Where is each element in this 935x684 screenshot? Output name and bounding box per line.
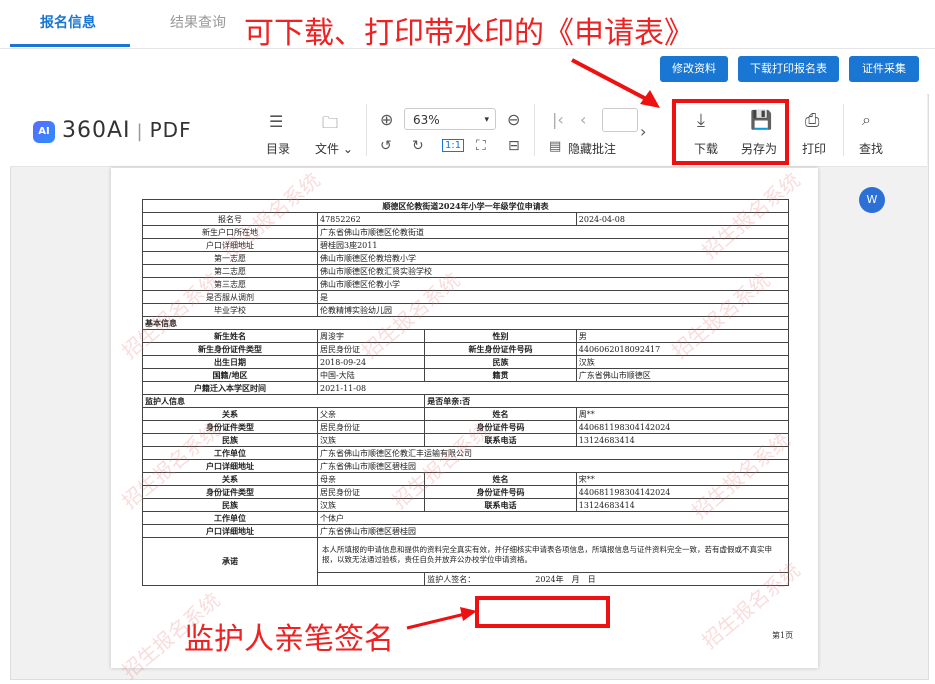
form-empty <box>316 572 426 586</box>
form-value: 13124683414 <box>575 498 790 512</box>
form-value: 440681198304142024 <box>575 420 790 434</box>
form-label: 性别 <box>424 329 577 343</box>
file-menu-label: 文件 <box>315 142 340 156</box>
form-value: 440681198304142024 <box>575 485 790 499</box>
find-button[interactable]: 查找 <box>859 140 883 157</box>
form-value: 广东省佛山市顺德区碧桂园 <box>317 524 789 538</box>
form-value: 广东省佛山市顺德区 <box>575 368 790 382</box>
form-label: 身份证件号码 <box>424 485 577 499</box>
ai-logo-icon: AI <box>33 121 55 143</box>
form-label: 民族 <box>142 498 318 512</box>
form-label: 第三志愿 <box>142 277 318 291</box>
form-label: 户籍迁入本学区时间 <box>142 381 318 395</box>
page-number-label: 第1页 <box>772 631 794 640</box>
form-label: 姓名 <box>424 407 577 421</box>
signature-date: 2024年 月 日 <box>535 574 596 584</box>
form-label: 民族 <box>142 433 318 447</box>
fit-width-icon[interactable]: ⊟ <box>508 138 520 154</box>
zoom-value: 63% <box>413 113 440 127</box>
section-guardian-info: 监护人信息 <box>141 394 426 408</box>
id-collect-button[interactable]: 证件采集 <box>849 56 919 82</box>
folder-icon[interactable]: 🗀 <box>322 112 338 139</box>
rotate-right-icon[interactable]: ↻ <box>412 138 424 154</box>
annotation-arrow-top <box>571 58 660 108</box>
single-parent-flag: 是否单亲:否 <box>424 394 789 408</box>
form-value: 周** <box>575 407 790 421</box>
signature-label: 监护人签名： <box>427 574 476 584</box>
brand-pdf: PDF <box>149 118 192 142</box>
toc-button[interactable]: 目录 <box>266 140 290 157</box>
fit-page-icon[interactable]: ⛶ <box>476 138 486 154</box>
toolbar-divider <box>843 104 844 156</box>
form-label: 户口详细地址 <box>142 524 318 538</box>
highlight-signature-box <box>475 596 610 628</box>
print-button[interactable]: 打印 <box>802 140 826 157</box>
edit-info-button[interactable]: 修改资料 <box>660 56 728 82</box>
form-title: 顺德区伦教街道2024年小学一年级学位申请表 <box>142 199 789 213</box>
form-label: 籍贯 <box>424 368 577 382</box>
find-icon[interactable]: ⌕ <box>862 110 871 130</box>
signature-cell: 监护人签名： 2024年 月 日 <box>424 572 789 586</box>
zoom-in-icon[interactable]: ⊕ <box>380 110 393 129</box>
form-value: 广东省佛山市顺德区伦教汇丰运输有限公司 <box>317 446 789 460</box>
toolbar-divider <box>366 104 367 156</box>
promise-label: 承诺 <box>142 537 318 586</box>
annotation-arrow-bottom <box>406 607 477 630</box>
form-value: 汉族 <box>316 433 426 447</box>
form-label: 民族 <box>424 355 577 369</box>
promise-text-line1: 本人所填报的申请信息和提供的资料完全真实有效，并仔细核实申请表各项信息，所填报信… <box>322 545 697 554</box>
form-value: 佛山市顺德区伦教汇贤实验学校 <box>317 264 789 278</box>
annotation-top: 可下载、打印带水印的《申请表》 <box>244 16 694 51</box>
highlight-download-box <box>672 99 789 165</box>
toolbar-divider <box>534 104 535 156</box>
form-label: 出生日期 <box>142 355 318 369</box>
rotate-left-icon[interactable]: ↺ <box>380 138 392 154</box>
promise-text: 本人所填报的申请信息和提供的资料完全真实有效，并仔细核实申请表各项信息，所填报信… <box>317 537 789 573</box>
brand-logo: 360AI | PDF <box>62 118 192 143</box>
tab-registration-info[interactable]: 报名信息 <box>40 12 96 32</box>
form-value: 广东省佛山市顺德区碧桂园 <box>317 459 789 473</box>
brand-name: 360AI <box>62 118 131 143</box>
form-label: 身份证件类型 <box>142 485 318 499</box>
annotation-bottom: 监护人亲笔签名 <box>184 622 394 657</box>
form-label: 新生身份证件类型 <box>142 342 318 356</box>
tab-result-query[interactable]: 结果查询 <box>170 12 226 32</box>
hide-notes-icon[interactable]: ▤ <box>549 139 561 154</box>
form-label: 关系 <box>142 407 318 421</box>
active-tab-indicator <box>10 44 130 47</box>
form-value: 父亲 <box>316 407 426 421</box>
form-label: 工作单位 <box>142 511 318 525</box>
print-icon[interactable]: ⎙ <box>805 110 819 131</box>
form-value: 中国-大陆 <box>316 368 426 382</box>
form-label: 新生身份证件号码 <box>424 342 577 356</box>
download-print-form-button[interactable]: 下载打印报名表 <box>738 56 839 82</box>
form-value: 居民身份证 <box>316 420 426 434</box>
form-label: 身份证件号码 <box>424 420 577 434</box>
zoom-out-icon[interactable]: ⊖ <box>507 110 520 129</box>
word-convert-icon[interactable]: W <box>859 187 885 213</box>
form-value: 47852262 <box>317 212 577 226</box>
toc-icon[interactable]: ☰ <box>269 112 283 131</box>
form-value: 2021-11-08 <box>317 381 789 395</box>
zoom-select[interactable]: 63% ▾ <box>404 108 496 130</box>
form-value: 个体户 <box>317 511 789 525</box>
form-label: 联系电话 <box>424 498 577 512</box>
form-label: 第二志愿 <box>142 264 318 278</box>
form-value: 佛山市顺德区伦教小学 <box>317 277 789 291</box>
next-page-icon[interactable]: › <box>640 122 646 141</box>
form-label: 身份证件类型 <box>142 420 318 434</box>
form-label: 国籍/地区 <box>142 368 318 382</box>
actual-size-icon[interactable]: 1:1 <box>442 139 465 152</box>
file-menu-button[interactable]: 文件 ⌄ <box>315 140 353 157</box>
hide-notes-button[interactable]: 隐藏批注 <box>568 140 616 157</box>
